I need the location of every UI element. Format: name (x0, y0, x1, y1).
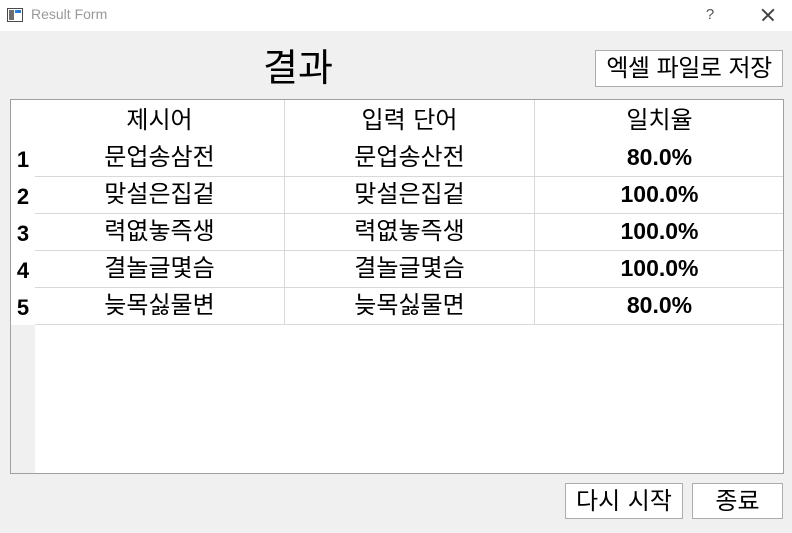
match-rate-cell[interactable]: 100.0% (535, 177, 783, 214)
row-number[interactable]: 5 (11, 288, 35, 325)
quit-button[interactable]: 종료 (692, 483, 783, 519)
column-header-prompt[interactable]: 제시어 (35, 100, 285, 140)
input-cell[interactable]: 맞설은집겉 (285, 177, 535, 214)
table-row[interactable]: 1 문업송삼전 문업송산전 80.0% (11, 140, 783, 177)
table-corner (11, 100, 35, 140)
column-header-match[interactable]: 일치율 (535, 100, 783, 140)
title-bar: Result Form ? (0, 0, 792, 31)
export-excel-button[interactable]: 엑셀 파일로 저장 (595, 50, 783, 87)
window-title: Result Form (31, 6, 108, 22)
prompt-cell[interactable]: 결놀글몇슴 (35, 251, 285, 288)
match-rate-cell[interactable]: 100.0% (535, 251, 783, 288)
input-cell[interactable]: 문업송산전 (285, 140, 535, 177)
table-row[interactable]: 2 맞설은집겉 맞설은집겉 100.0% (11, 177, 783, 214)
help-button[interactable]: ? (696, 3, 724, 27)
prompt-cell[interactable]: 늦목싫물변 (35, 288, 285, 325)
prompt-cell[interactable]: 력엾놓즉생 (35, 214, 285, 251)
results-table: 제시어 입력 단어 일치율 1 문업송삼전 문업송산전 80.0% 2 맞설은집… (10, 99, 784, 474)
input-cell[interactable]: 늦목싫물면 (285, 288, 535, 325)
prompt-cell[interactable]: 맞설은집겉 (35, 177, 285, 214)
input-cell[interactable]: 결놀글몇슴 (285, 251, 535, 288)
column-header-input[interactable]: 입력 단어 (285, 100, 535, 140)
row-number[interactable]: 4 (11, 251, 35, 288)
match-rate-cell[interactable]: 80.0% (535, 288, 783, 325)
table-row[interactable]: 3 력엾놓즉생 력엾놓즉생 100.0% (11, 214, 783, 251)
restart-button[interactable]: 다시 시작 (565, 483, 683, 519)
input-cell[interactable]: 력엾놓즉생 (285, 214, 535, 251)
table-row[interactable]: 4 결놀글몇슴 결놀글몇슴 100.0% (11, 251, 783, 288)
row-number[interactable]: 3 (11, 214, 35, 251)
prompt-cell[interactable]: 문업송삼전 (35, 140, 285, 177)
row-number[interactable]: 1 (11, 140, 35, 177)
close-icon[interactable] (750, 3, 784, 27)
table-row[interactable]: 5 늦목싫물변 늦목싫물면 80.0% (11, 288, 783, 325)
page-title: 결과 (263, 46, 333, 90)
match-rate-cell[interactable]: 100.0% (535, 214, 783, 251)
row-number[interactable]: 2 (11, 177, 35, 214)
match-rate-cell[interactable]: 80.0% (535, 140, 783, 177)
app-window-icon (7, 8, 23, 22)
